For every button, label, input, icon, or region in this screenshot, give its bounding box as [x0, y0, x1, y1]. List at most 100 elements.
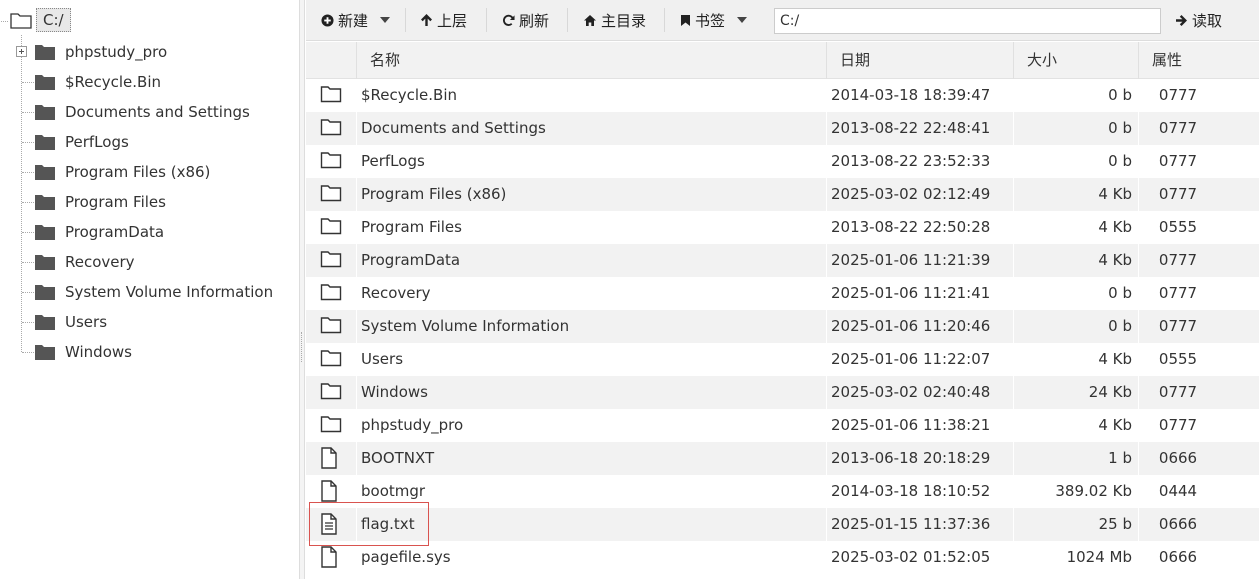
bookmark-button[interactable]: 书签: [680, 8, 748, 32]
file-name[interactable]: Program Files (x86): [361, 178, 506, 211]
folder-icon: [320, 381, 342, 403]
table-row[interactable]: $Recycle.Bin 2014-03-18 18:39:47 0 b 0777: [306, 79, 1259, 112]
tree-item[interactable]: ProgramData: [0, 217, 299, 247]
file-name[interactable]: Recovery: [361, 277, 431, 310]
file-name[interactable]: $Recycle.Bin: [361, 79, 457, 112]
column-header-size[interactable]: 大小: [1013, 42, 1138, 79]
folder-icon: [320, 315, 342, 337]
refresh-button[interactable]: 刷新: [502, 8, 549, 32]
tree-item[interactable]: Recovery: [0, 247, 299, 277]
file-size: 4 Kb: [1098, 218, 1132, 236]
toolbar: 新建 上层 刷新 主目录 书签 读取: [306, 0, 1259, 41]
tree-item[interactable]: Users: [0, 307, 299, 337]
tree-item[interactable]: Windows: [0, 337, 299, 367]
tree-item[interactable]: phpstudy_pro: [0, 37, 299, 67]
folder-icon: [35, 284, 55, 304]
file-size: 1 b: [1108, 449, 1132, 467]
column-divider: [826, 310, 827, 343]
table-row[interactable]: Program Files 2013-08-22 22:50:28 4 Kb 0555: [306, 211, 1259, 244]
path-input[interactable]: [774, 8, 1161, 34]
folder-icon: [35, 134, 55, 154]
file-name[interactable]: bootmgr: [361, 475, 425, 508]
file-size: 24 Kb: [1088, 383, 1132, 401]
splitter-grip[interactable]: [301, 332, 303, 362]
home-icon: [584, 14, 596, 26]
column-divider: [356, 343, 357, 376]
column-divider: [826, 145, 827, 178]
folder-icon: [320, 183, 342, 205]
file-name[interactable]: pagefile.sys: [361, 541, 451, 574]
column-divider: [826, 211, 827, 244]
tree-item-label: Documents and Settings: [65, 103, 250, 121]
column-header-name[interactable]: 名称: [356, 42, 826, 79]
file-name[interactable]: Documents and Settings: [361, 112, 546, 145]
file-name[interactable]: Users: [361, 343, 403, 376]
tree-branch-line: [22, 172, 34, 173]
file-browser: 新建 上层 刷新 主目录 书签 读取 名称: [306, 0, 1259, 579]
folder-icon: [35, 44, 55, 64]
file-name[interactable]: PerfLogs: [361, 145, 425, 178]
file-date: 2025-01-06 11:21:41: [831, 284, 991, 302]
table-row[interactable]: Recovery 2025-01-06 11:21:41 0 b 0777: [306, 277, 1259, 310]
table-row[interactable]: pagefile.sys 2025-03-02 01:52:05 1024 Mb 06…: [306, 541, 1259, 574]
file-name[interactable]: flag.txt: [361, 508, 415, 541]
home-button[interactable]: 主目录: [583, 8, 646, 32]
tree-item[interactable]: PerfLogs: [0, 127, 299, 157]
file-name[interactable]: BOOTNXT: [361, 442, 434, 475]
read-button[interactable]: 读取: [1175, 8, 1222, 32]
folder-icon: [35, 104, 55, 124]
table-row[interactable]: bootmgr 2014-03-18 18:10:52 389.02 Kb 0444: [306, 475, 1259, 508]
column-divider: [356, 409, 357, 442]
up-label: 上层: [437, 11, 468, 30]
tree-branch-line: [22, 322, 34, 323]
table-row[interactable]: System Volume Information 2025-01-06 11:2…: [306, 310, 1259, 343]
file-date: 2014-03-18 18:39:47: [831, 86, 991, 104]
table-row[interactable]: phpstudy_pro 2025-01-06 11:38:21 4 Kb 0777: [306, 409, 1259, 442]
table-row[interactable]: BOOTNXT 2013-06-18 20:18:29 1 b 0666: [306, 442, 1259, 475]
folder-icon: [320, 150, 342, 172]
tree-item[interactable]: $Recycle.Bin: [0, 67, 299, 97]
column-divider: [826, 541, 827, 574]
column-divider: [356, 244, 357, 277]
file-name[interactable]: ProgramData: [361, 244, 460, 277]
table-row[interactable]: PerfLogs 2013-08-22 23:52:33 0 b 0777: [306, 145, 1259, 178]
file-size: 1024 Mb: [1066, 548, 1132, 566]
up-button[interactable]: 上层: [420, 8, 467, 32]
table-row[interactable]: Documents and Settings 2013-08-22 22:48:4…: [306, 112, 1259, 145]
file-attr: 0777: [1158, 251, 1198, 269]
file-date: 2025-03-02 01:52:05: [831, 548, 991, 566]
table-row[interactable]: ProgramData 2025-01-06 11:21:39 4 Kb 0777: [306, 244, 1259, 277]
file-name[interactable]: phpstudy_pro: [361, 409, 463, 442]
file-size: 0 b: [1108, 86, 1132, 104]
column-header-date[interactable]: 日期: [826, 42, 1013, 79]
file-attr: 0777: [1158, 152, 1198, 170]
file-date: 2025-01-06 11:21:39: [831, 251, 991, 269]
table-row[interactable]: Windows 2025-03-02 02:40:48 24 Kb 0777: [306, 376, 1259, 409]
folder-icon: [35, 74, 55, 94]
table-row[interactable]: Users 2025-01-06 11:22:07 4 Kb 0555: [306, 343, 1259, 376]
column-divider: [826, 79, 827, 112]
file-name[interactable]: System Volume Information: [361, 310, 569, 343]
file-name[interactable]: Program Files: [361, 211, 462, 244]
folder-icon: [35, 254, 55, 274]
folder-icon: [35, 224, 55, 244]
file-size: 4 Kb: [1098, 185, 1132, 203]
file-attr: 0666: [1158, 449, 1198, 467]
file-icon: [320, 480, 342, 502]
new-button[interactable]: 新建: [321, 8, 391, 32]
column-header-attr[interactable]: 属性: [1138, 42, 1259, 79]
tree-root-label[interactable]: C:/: [36, 8, 71, 32]
expand-plus-icon[interactable]: [16, 46, 27, 57]
column-divider: [826, 508, 827, 541]
file-name[interactable]: Windows: [361, 376, 428, 409]
table-row[interactable]: flag.txt 2025-01-15 11:37:36 25 b 0666: [306, 508, 1259, 541]
tree-item[interactable]: Program Files (x86): [0, 157, 299, 187]
column-divider: [826, 409, 827, 442]
tree-item[interactable]: System Volume Information: [0, 277, 299, 307]
chevron-down-icon: [380, 17, 391, 23]
tree-item[interactable]: Program Files: [0, 187, 299, 217]
tree-item[interactable]: Documents and Settings: [0, 97, 299, 127]
panel-splitter[interactable]: [299, 0, 305, 579]
column-divider: [826, 178, 827, 211]
table-row[interactable]: Program Files (x86) 2025-03-02 02:12:49 4 …: [306, 178, 1259, 211]
